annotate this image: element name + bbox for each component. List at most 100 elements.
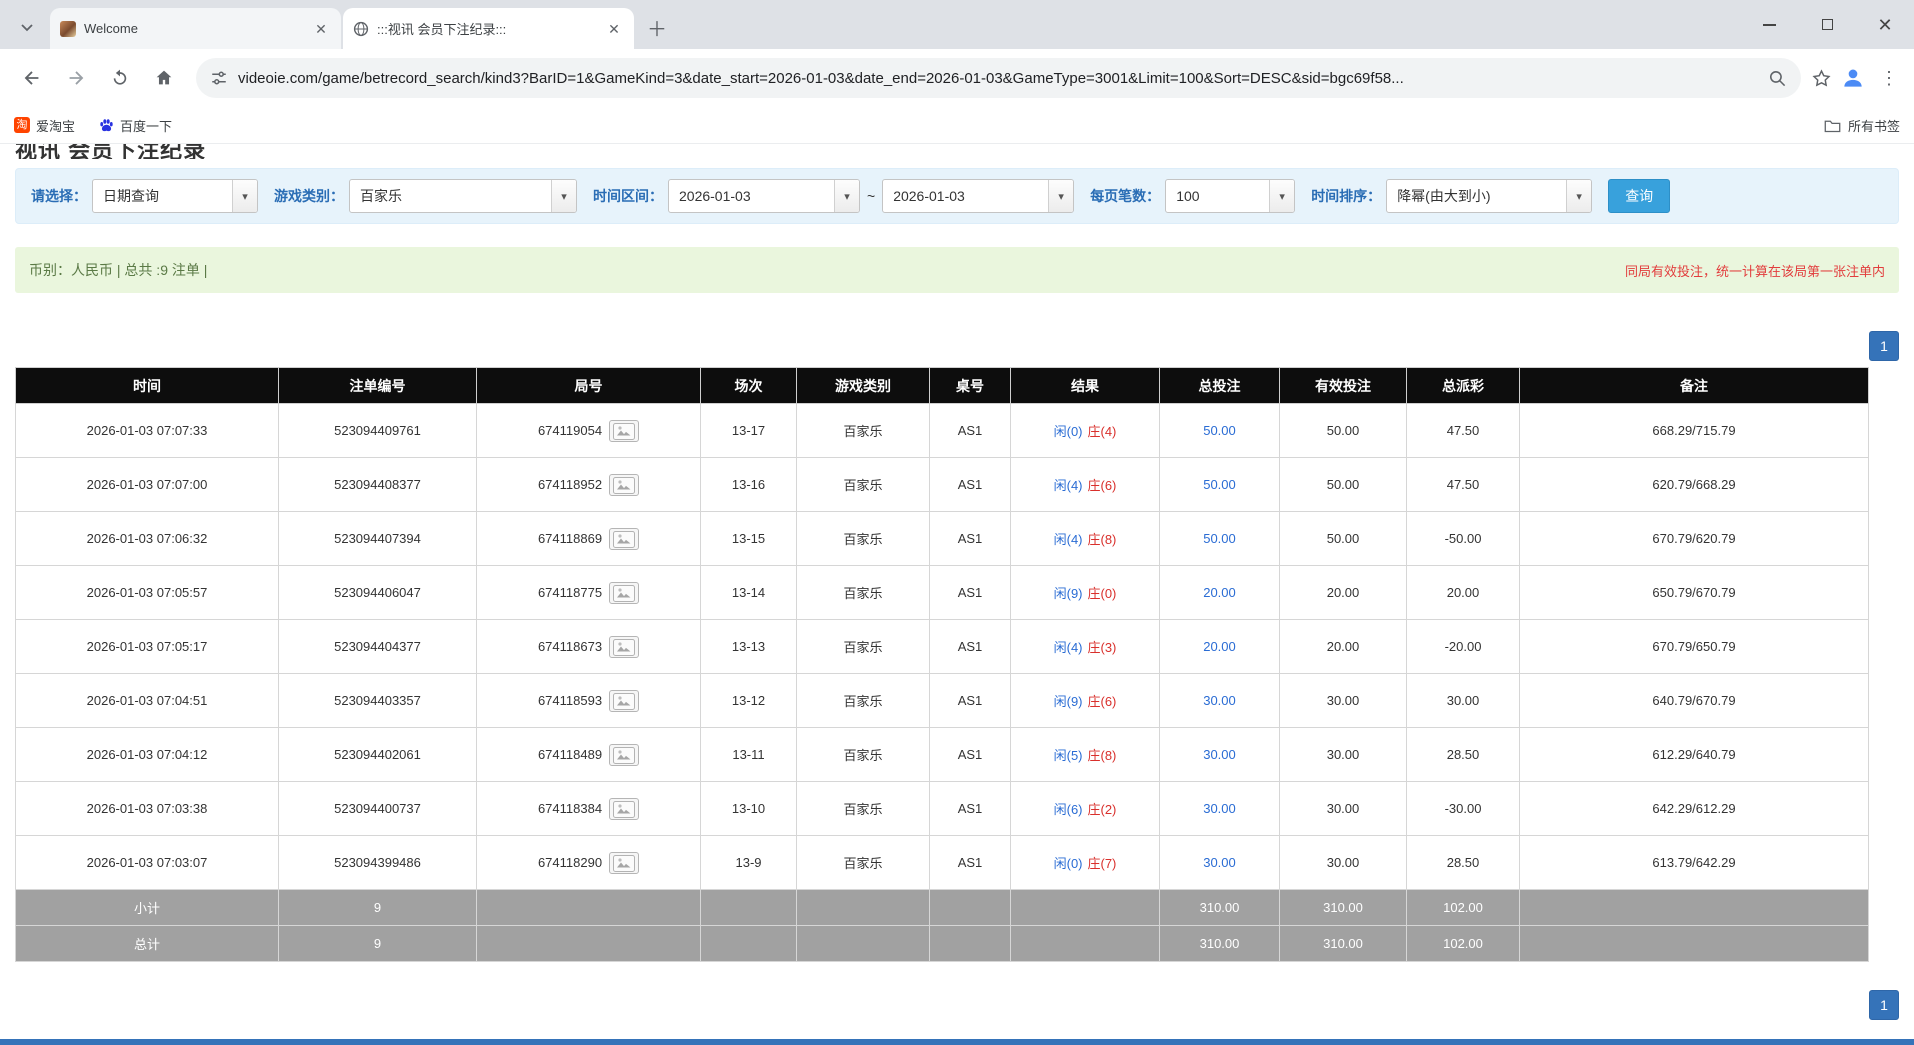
total-bet-link[interactable]: 30.00 (1203, 693, 1236, 708)
total-payout: 102.00 (1407, 926, 1520, 962)
round-video-icon[interactable] (609, 528, 639, 550)
chevron-down-icon[interactable]: ▾ (1269, 180, 1294, 212)
cell-time: 2026-01-03 07:06:32 (16, 512, 279, 566)
tab-close-icon[interactable]: ✕ (311, 19, 331, 39)
back-button[interactable] (13, 59, 51, 97)
sort-select[interactable]: ▾ (1386, 179, 1592, 213)
new-tab-button[interactable]: ＋ (642, 12, 672, 42)
pagination-page-1[interactable]: 1 (1869, 331, 1899, 361)
date-start-select[interactable]: ▾ (668, 179, 860, 213)
tab-welcome[interactable]: Welcome ✕ (50, 8, 341, 49)
chevron-down-icon[interactable]: ▾ (232, 180, 257, 212)
pagination-page-1[interactable]: 1 (1869, 990, 1899, 1020)
url-text[interactable]: videoie.com/game/betrecord_search/kind3?… (238, 70, 1758, 87)
chevron-down-icon[interactable]: ▾ (551, 180, 576, 212)
cell-table: AS1 (930, 404, 1011, 458)
total-bet-link[interactable]: 50.00 (1203, 531, 1236, 546)
cell-round: 674118489 (477, 728, 701, 782)
chevron-down-icon[interactable]: ▾ (1566, 180, 1591, 212)
round-video-icon[interactable] (609, 474, 639, 496)
site-settings-tune-icon[interactable] (210, 69, 228, 87)
query-type-input[interactable] (93, 188, 232, 204)
tab-search-button[interactable] (12, 12, 42, 42)
cell-round: 674118384 (477, 782, 701, 836)
subtotal-label: 小计 (16, 890, 279, 926)
header-result: 结果 (1011, 368, 1160, 404)
zoom-button[interactable] (1768, 69, 1787, 88)
home-button[interactable] (145, 59, 183, 97)
cell-valid-bet: 50.00 (1280, 512, 1407, 566)
cell-payout: -50.00 (1407, 512, 1520, 566)
sort-input[interactable] (1387, 188, 1566, 204)
empty-cell (1520, 890, 1869, 926)
search-button[interactable]: 查询 (1608, 179, 1670, 213)
reload-button[interactable] (101, 59, 139, 97)
total-bet-link[interactable]: 30.00 (1203, 855, 1236, 870)
date-end-select[interactable]: ▾ (882, 179, 1074, 213)
cell-game-type: 百家乐 (797, 620, 930, 674)
table-row: 2026-01-03 07:03:07 523094399486 6741182… (16, 836, 1869, 890)
total-bet-link[interactable]: 50.00 (1203, 423, 1236, 438)
home-icon (153, 67, 175, 89)
cell-valid-bet: 30.00 (1280, 836, 1407, 890)
page-size-input[interactable] (1166, 188, 1269, 204)
bookmark-taobao[interactable]: 淘 爱淘宝 (14, 116, 75, 135)
browser-toolbar: videoie.com/game/betrecord_search/kind3?… (0, 49, 1914, 107)
query-type-select[interactable]: ▾ (92, 179, 258, 213)
round-video-icon[interactable] (609, 744, 639, 766)
tab-close-icon[interactable]: ✕ (604, 19, 624, 39)
empty-cell (930, 890, 1011, 926)
round-video-icon[interactable] (609, 636, 639, 658)
cell-valid-bet: 30.00 (1280, 674, 1407, 728)
round-number: 674118775 (538, 585, 602, 600)
cell-round: 674118673 (477, 620, 701, 674)
empty-cell (1011, 890, 1160, 926)
cell-result: 闲(4)庄(8) (1011, 512, 1160, 566)
back-arrow-icon (21, 67, 43, 89)
browser-menu-button[interactable]: ⋮ (1874, 68, 1904, 89)
date-end-input[interactable] (883, 188, 1048, 204)
chevron-down-icon[interactable]: ▾ (834, 180, 859, 212)
empty-cell (477, 890, 701, 926)
total-bet-link[interactable]: 30.00 (1203, 747, 1236, 762)
filter-label-sort: 时间排序： (1311, 186, 1381, 206)
filter-label-page-size: 每页笔数： (1090, 186, 1160, 206)
filter-bar: 请选择： ▾ 游戏类别： ▾ 时间区间： ▾ ~ ▾ 每页笔数： ▾ 时间排序：… (15, 168, 1899, 224)
game-type-select[interactable]: ▾ (349, 179, 577, 213)
cell-bet-id: 523094406047 (279, 566, 477, 620)
subtotal-row: 小计 9 310.00 310.00 102.00 (16, 890, 1869, 926)
cell-game-type: 百家乐 (797, 674, 930, 728)
tab-bet-records[interactable]: :::视讯 会员下注纪录::: ✕ (343, 8, 634, 49)
total-bet-link[interactable]: 50.00 (1203, 477, 1236, 492)
round-number: 674118290 (538, 855, 602, 870)
round-video-icon[interactable] (609, 420, 639, 442)
round-video-icon[interactable] (609, 690, 639, 712)
cell-table: AS1 (930, 458, 1011, 512)
cell-bet-id: 523094403357 (279, 674, 477, 728)
bookmark-star-button[interactable] (1811, 68, 1832, 89)
total-bet-link[interactable]: 30.00 (1203, 801, 1236, 816)
total-bet-link[interactable]: 20.00 (1203, 585, 1236, 600)
profile-button[interactable] (1836, 61, 1870, 95)
round-video-icon[interactable] (609, 852, 639, 874)
page-size-select[interactable]: ▾ (1165, 179, 1295, 213)
empty-cell (1011, 926, 1160, 962)
round-video-icon[interactable] (609, 582, 639, 604)
game-type-input[interactable] (350, 188, 551, 204)
total-bet-link[interactable]: 20.00 (1203, 639, 1236, 654)
forward-button[interactable] (57, 59, 95, 97)
minimize-button[interactable] (1740, 0, 1798, 49)
subtotal-valid-bet: 310.00 (1280, 890, 1407, 926)
maximize-button[interactable] (1798, 0, 1856, 49)
close-button[interactable]: ✕ (1856, 0, 1914, 49)
bookmark-baidu[interactable]: 百度一下 (99, 116, 172, 135)
url-bar[interactable]: videoie.com/game/betrecord_search/kind3?… (196, 58, 1801, 98)
all-bookmarks-button[interactable]: 所有书签 (1824, 116, 1900, 135)
header-total-bet: 总投注 (1160, 368, 1280, 404)
date-start-input[interactable] (669, 188, 834, 204)
round-video-icon[interactable] (609, 798, 639, 820)
cell-round: 674118290 (477, 836, 701, 890)
window-controls: ✕ (1740, 0, 1914, 49)
chevron-down-icon[interactable]: ▾ (1048, 180, 1073, 212)
cell-round: 674118952 (477, 458, 701, 512)
